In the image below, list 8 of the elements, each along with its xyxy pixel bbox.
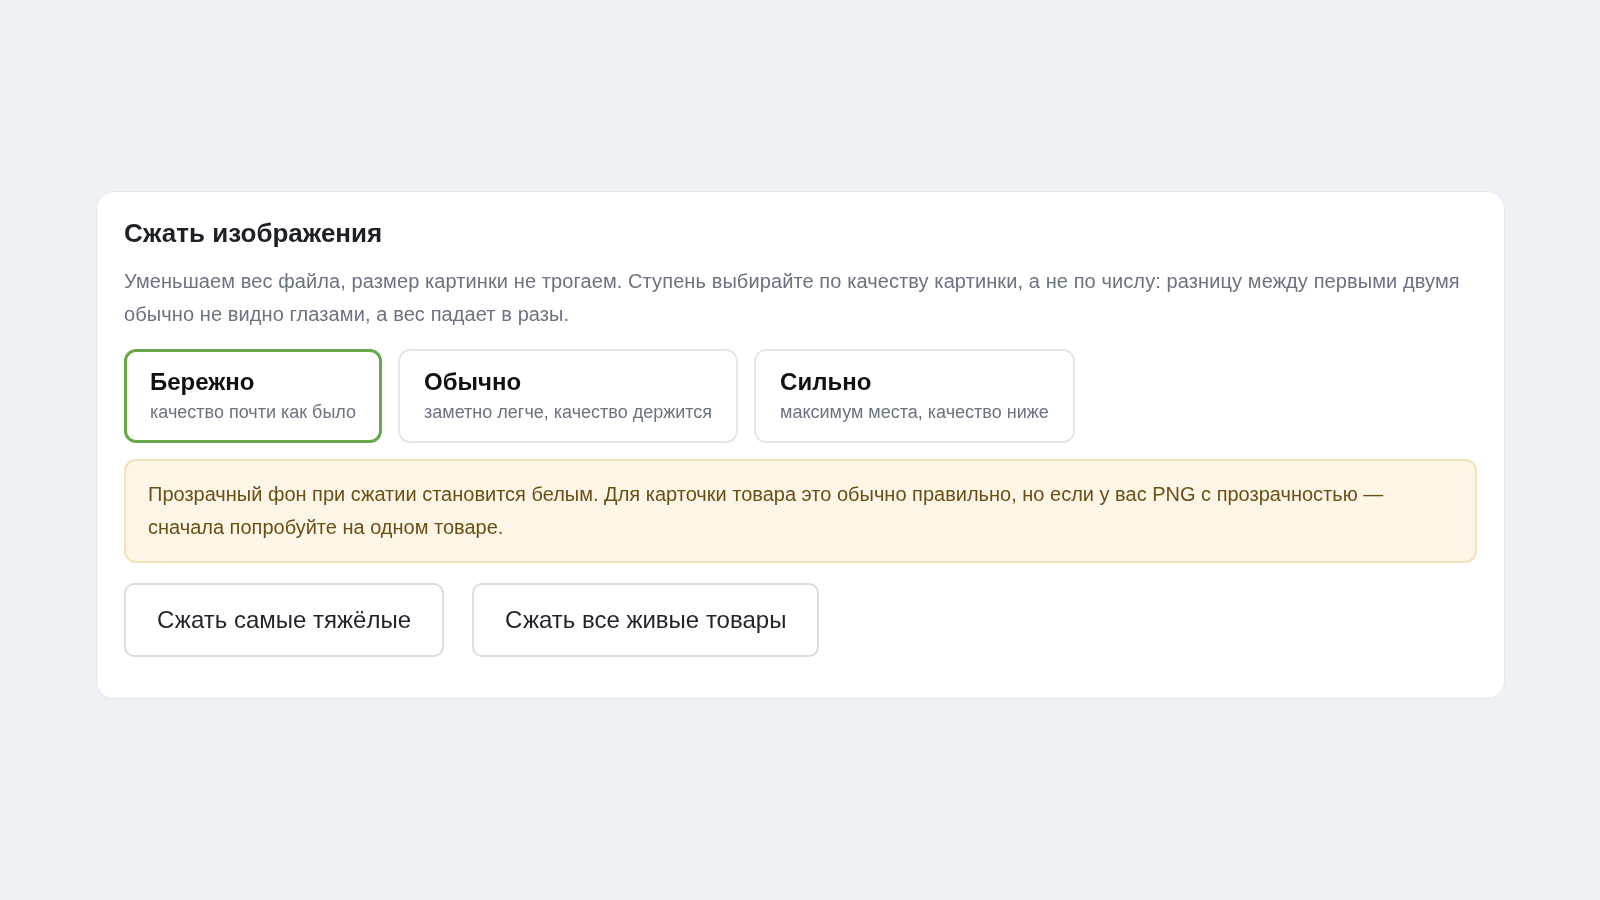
warning-notice: Прозрачный фон при сжатии становится белым. Для карточки товара это обычно правильно, но если у вас PNG с прозрачностью — сначала попробуйте на одном товаре. <box>124 459 1477 563</box>
compression-option[interactable]: Бережно качество почти как было <box>124 349 383 443</box>
compression-option[interactable]: Сильно максимум места, качество ниже <box>754 349 1075 443</box>
description-text: Уменьшаем вес файла, размер картинки не трогаем. Ступень выбирайте по качеству картинки, а не по числу: разницу между первыми двумя обычно не видно глазами, а вес падает в разы. <box>124 269 1461 327</box>
compression-option[interactable]: Обычно заметно легче, качество держится <box>398 349 739 443</box>
compress-button[interactable]: Сжать самые тяжёлые <box>124 583 444 657</box>
section-title: Сжать изображения <box>124 218 384 249</box>
compress-button[interactable]: Сжать все живые товары <box>472 583 820 657</box>
